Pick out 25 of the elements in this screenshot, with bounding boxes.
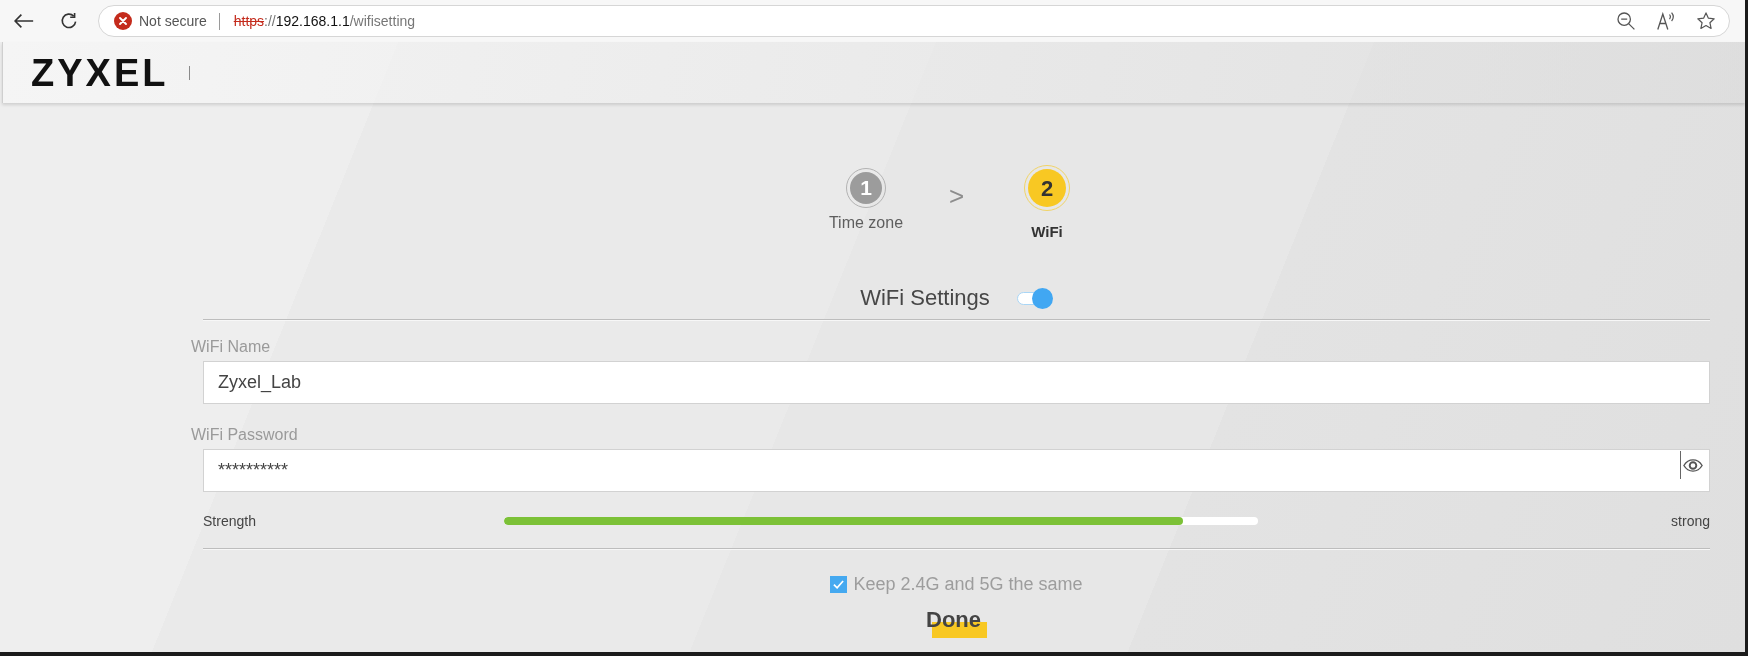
show-password-button[interactable] [1680, 451, 1703, 479]
reload-icon[interactable] [60, 12, 78, 30]
name-input[interactable]: Zyxel_Lab [203, 361, 1710, 404]
section-title: WiFi Settings [860, 284, 990, 312]
address-bar[interactable]: Not secure https://192.168.1.1/wifisetting [98, 5, 1730, 37]
strength-label: Strength [203, 512, 257, 531]
strength-reading: strong [1670, 512, 1710, 531]
star-icon[interactable] [1697, 12, 1715, 30]
password-input[interactable]: ********** [203, 449, 1710, 492]
step-label: WiFi [1031, 222, 1063, 242]
x-circle-icon[interactable] [114, 12, 132, 30]
security-label[interactable]: Not secure [139, 10, 207, 32]
step-separator: > [947, 181, 966, 211]
zoom-out-icon[interactable] [1617, 12, 1635, 30]
checkmark-icon [833, 579, 845, 589]
field-label: WiFi Password [191, 425, 298, 445]
same-settings-checkbox[interactable] [830, 575, 848, 593]
back-icon[interactable] [14, 13, 34, 29]
eye-icon [1683, 458, 1703, 472]
logo-text[interactable]: ZYXEL [31, 53, 169, 92]
step-label: Time zone [828, 213, 904, 233]
wifi-toggle[interactable] [1016, 287, 1053, 309]
url-text[interactable]: https://192.168.1.1/wifisetting [233, 10, 416, 32]
field-label: WiFi Name [191, 337, 271, 357]
read-aloud-icon[interactable] [1657, 12, 1675, 30]
